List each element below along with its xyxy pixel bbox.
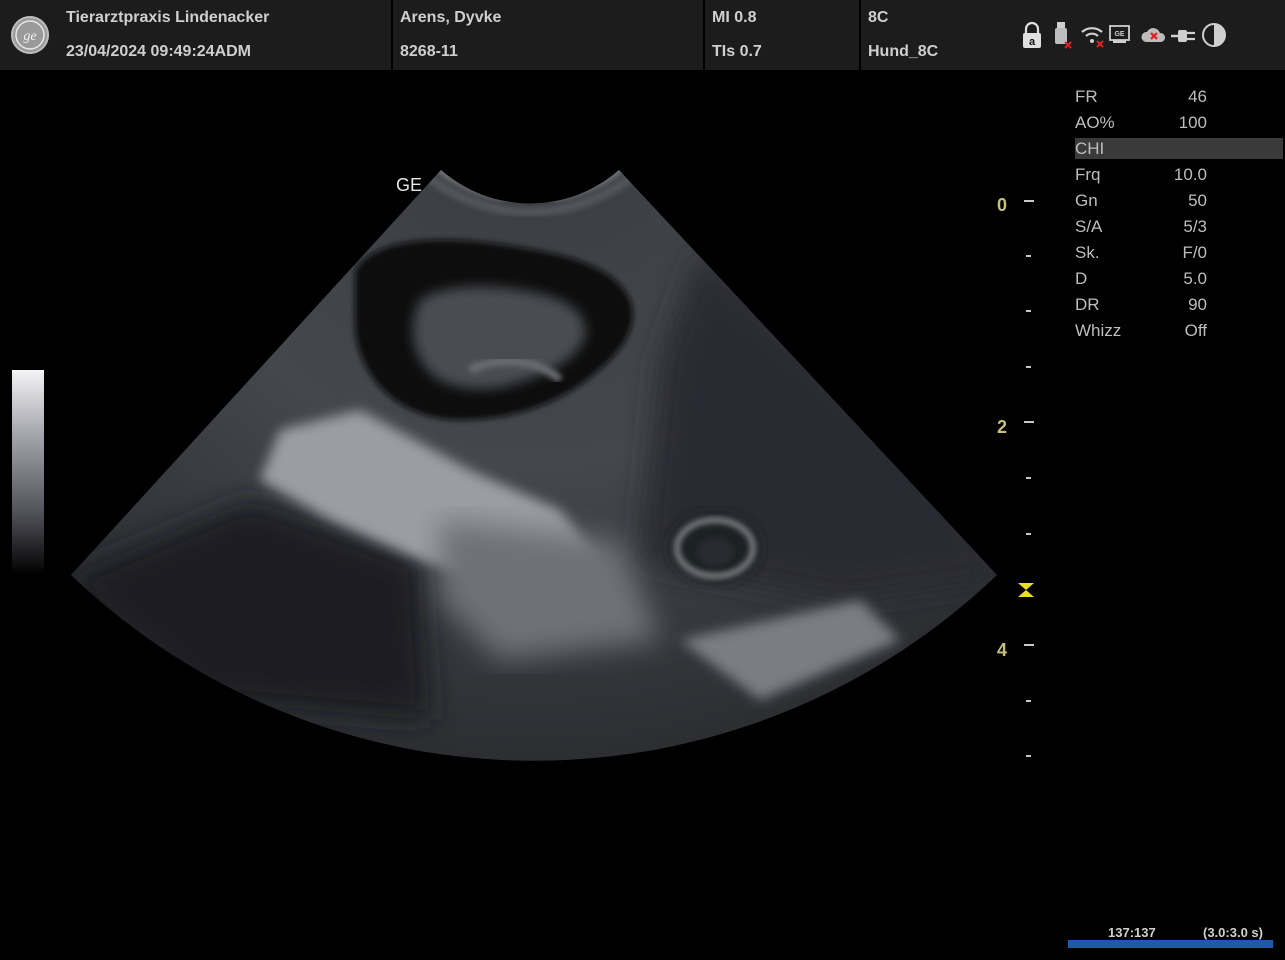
keyboard-lock-icon[interactable]: a [1020,20,1044,50]
patient-id: 8268-11 [400,43,458,60]
depth-tick [1024,421,1034,423]
power-plug-icon[interactable] [1170,20,1198,50]
patient-cell: Arens, Dyvke 8268-11 [393,0,703,70]
parameter-value: 5.0 [1183,269,1207,288]
parameter-label: AO% [1075,113,1115,132]
depth-label-4: 4 [997,640,1008,660]
depth-tick [1026,366,1031,368]
exam-datetime: 23/04/2024 09:49:24ADM [66,43,252,60]
depth-tick [1026,310,1031,312]
parameter-row-s-a[interactable]: S/A 5/3 [1075,216,1283,242]
depth-tick [1026,755,1031,757]
parameter-row-d[interactable]: D 5.0 [1075,268,1283,294]
depth-tick [1026,255,1031,257]
patient-name: Arens, Dyvke [400,9,502,26]
mechanical-index: MI 0.8 [712,9,757,26]
depth-tick [1026,700,1031,702]
parameter-value: 50 [1188,191,1207,210]
parameter-row-fr[interactable]: FR 46 [1075,86,1283,112]
parameter-value: F/0 [1182,243,1207,262]
header-bar: ge Tierarztpraxis Lindenacker 23/04/2024… [0,0,1285,70]
parameter-row-dr[interactable]: DR 90 [1075,294,1283,320]
parameter-label: Gn [1075,191,1098,210]
grayscale-bar [12,370,44,575]
parameter-label: FR [1075,87,1098,106]
ge-logo-icon: ge [11,16,49,54]
depth-label-0: 0 [997,195,1008,215]
cloud-disconnected-icon[interactable] [1140,20,1168,50]
parameter-label: Frq [1075,165,1101,184]
probe-name: 8C [868,9,889,26]
depth-label-2: 2 [997,417,1008,437]
parameter-value: 10.0 [1173,165,1207,184]
thermal-index: TIs 0.7 [712,43,762,60]
parameter-label: D [1075,269,1088,288]
parameter-value: 100 [1178,113,1207,132]
parameter-value: Off [1184,321,1207,340]
parameter-label: Whizz [1075,321,1122,340]
safety-index-cell: MI 0.8 TIs 0.7 [705,0,859,70]
ge-orientation-label: GE [396,175,423,195]
parameter-value: 90 [1188,295,1207,314]
cine-progress-bar[interactable] [1068,940,1273,948]
ultrasound-image[interactable] [0,70,1010,770]
cine-frame-counter: 137:137 [1108,925,1156,940]
parameter-row-whizz[interactable]: Whizz Off [1075,320,1283,346]
depth-tick [1026,477,1031,479]
parameter-value: 46 [1188,87,1207,106]
clinic-cell: ge Tierarztpraxis Lindenacker 23/04/2024… [0,0,391,70]
svg-text:a: a [1029,36,1036,48]
contrast-icon[interactable] [1200,20,1228,50]
parameter-row-sk[interactable]: Sk. F/0 [1075,242,1283,268]
depth-tick [1026,533,1031,535]
parameter-row-chi[interactable]: CHI [1075,138,1283,159]
preset-name: Hund_8C [868,43,939,60]
parameter-label: S/A [1075,217,1103,236]
depth-tick [1024,200,1034,202]
cine-duration: (3.0:3.0 s) [1203,925,1263,940]
parameter-value: 5/3 [1183,217,1207,236]
depth-tick [1024,644,1034,646]
parameter-label: DR [1075,295,1100,314]
parameter-row-frq[interactable]: Frq 10.0 [1075,164,1283,190]
svg-text:GE: GE [1114,31,1124,38]
usb-disconnected-icon[interactable] [1052,20,1074,50]
parameter-panel: FR 46 AO% 100 CHI Frq 10.0 Gn 50 S/A 5/3 Sk. F/0 D 5.0… [1075,86,1283,346]
parameter-label: CHI [1075,139,1105,158]
focus-zone-marker-icon[interactable] [1017,582,1035,598]
wifi-disconnected-icon[interactable] [1080,20,1106,50]
svg-text:ge: ge [23,29,36,44]
parameter-row-gn[interactable]: Gn 50 [1075,190,1283,216]
clinic-name: Tierarztpraxis Lindenacker [66,9,270,26]
parameter-row-ao[interactable]: AO% 100 [1075,112,1283,138]
network-card-icon[interactable]: GE [1108,20,1132,50]
parameter-label: Sk. [1075,243,1100,262]
